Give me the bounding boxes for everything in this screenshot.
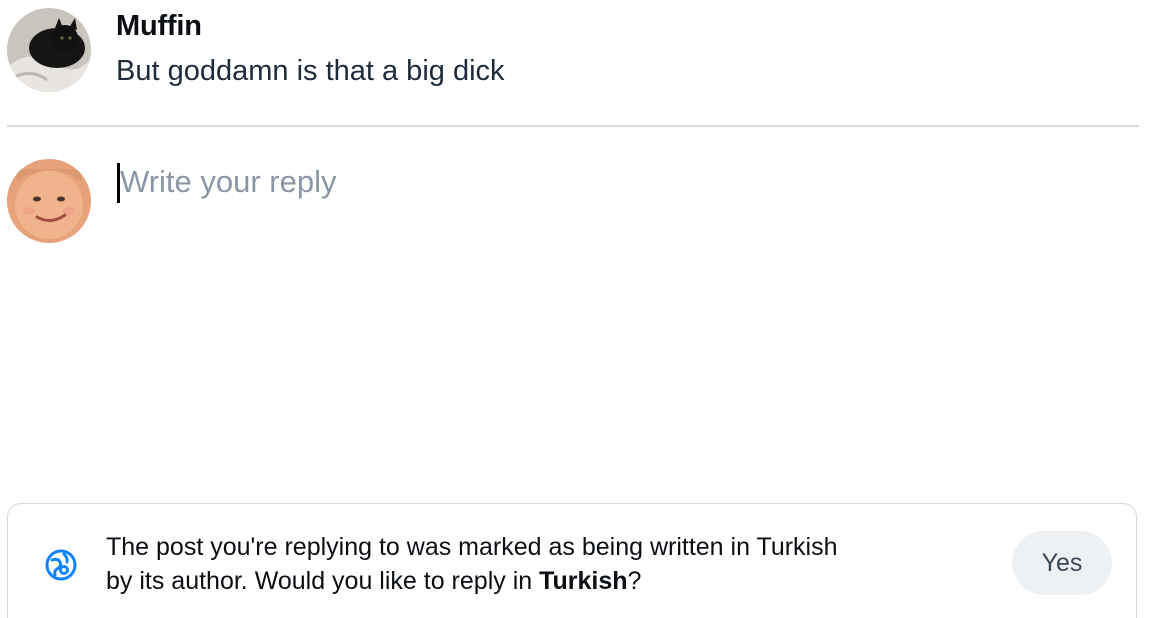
text-caret	[117, 163, 120, 203]
language-message-end: ?	[627, 567, 642, 595]
cat-avatar-icon	[7, 8, 91, 92]
author-name[interactable]: Muffin	[116, 10, 202, 43]
language-message: The post you're replying to was marked a…	[106, 530, 866, 598]
language-name: Turkish	[539, 567, 628, 595]
user-avatar-icon	[7, 159, 91, 243]
my-avatar	[7, 159, 91, 243]
language-message-text: The post you're replying to was marked a…	[106, 533, 838, 595]
divider	[7, 125, 1139, 127]
language-icon	[44, 548, 78, 582]
reply-input[interactable]	[116, 160, 1120, 484]
post-text: But goddamn is that a big dick	[116, 55, 505, 87]
language-suggestion: The post you're replying to was marked a…	[7, 503, 1137, 618]
author-avatar[interactable]	[7, 8, 91, 92]
yes-button[interactable]: Yes	[1012, 531, 1112, 595]
reply-dialog: Muffin But goddamn is that a big dick Wr…	[0, 0, 1154, 618]
parent-post: Muffin But goddamn is that a big dick	[0, 0, 1154, 126]
